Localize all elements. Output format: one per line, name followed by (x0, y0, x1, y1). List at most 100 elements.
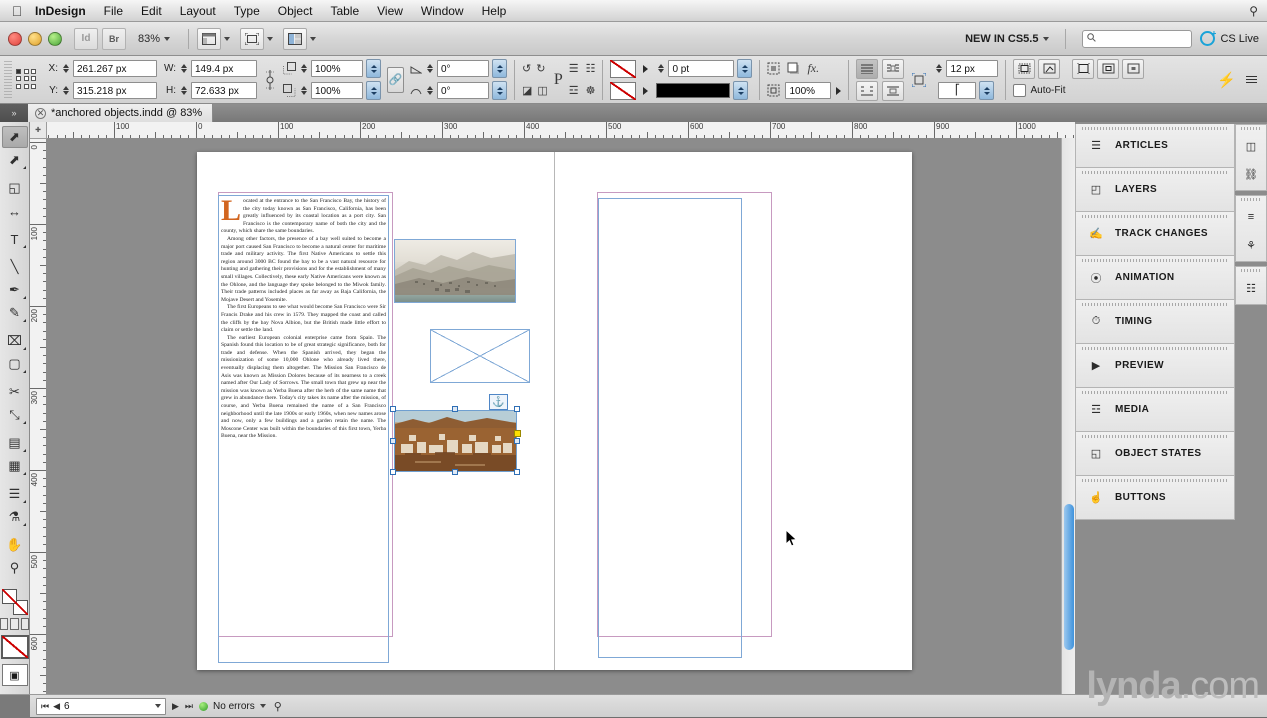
dock-panel-object-states[interactable]: ◱ OBJECT STATES (1075, 432, 1235, 476)
chevron-down-icon[interactable] (224, 36, 231, 41)
zoom-level-dropdown[interactable]: 83% (138, 33, 171, 45)
wrap-offset-stepper[interactable] (934, 64, 943, 73)
gap-tool[interactable]: ↔ (2, 200, 28, 222)
resize-handle-bottom-right[interactable] (514, 469, 520, 475)
resize-handle-top-center[interactable] (452, 406, 458, 412)
fill-dropdown-arrow[interactable] (643, 64, 649, 73)
knockout-group-icon[interactable] (767, 84, 780, 97)
h-stepper[interactable] (179, 86, 188, 95)
resize-handle-top-right[interactable] (514, 406, 520, 412)
preflight-icon[interactable]: ⚲ (274, 700, 282, 713)
fill-swatch-none[interactable] (610, 59, 637, 78)
rotate-ccw-icon[interactable]: ↺ (522, 62, 531, 75)
dock-panel-animation[interactable]: ⦿ ANIMATION (1075, 256, 1235, 300)
anchor-icon[interactable]: ⚓ (489, 394, 508, 410)
page-dropdown-icon[interactable] (155, 704, 161, 708)
corner-options-handle[interactable] (514, 430, 521, 437)
free-transform-tool[interactable]: ⤡ (2, 404, 28, 426)
rectangle-frame-tool[interactable]: ⌧ (2, 330, 28, 352)
table-icon[interactable]: ☷ (1239, 276, 1263, 300)
chevron-down-icon[interactable] (259, 704, 266, 708)
x-stepper[interactable] (61, 64, 70, 73)
zoom-tool[interactable]: ⚲ (2, 557, 28, 579)
formatting-affects-container-swatch[interactable] (0, 635, 29, 659)
center-content-button[interactable] (1122, 58, 1145, 79)
scissors-tool[interactable]: ✂ (2, 381, 28, 403)
scale-y-stepper[interactable] (299, 86, 308, 95)
direct-selection-tool[interactable]: ⬈ (2, 149, 28, 171)
next-page-icon[interactable]: ▶ (172, 701, 179, 712)
fit-content-proportionally-button[interactable] (1013, 58, 1036, 79)
panel-grip[interactable] (1082, 347, 1228, 350)
effects-fx-icon[interactable]: fx. (807, 61, 819, 76)
screen-mode-dropdown[interactable] (240, 27, 274, 50)
resize-handle-bottom-left[interactable] (390, 469, 396, 475)
icon-group-grip[interactable] (1241, 127, 1261, 130)
rotation-stepper[interactable] (425, 64, 434, 73)
panel-grip[interactable] (1082, 479, 1228, 482)
photo-mission-town[interactable] (394, 410, 517, 472)
stroke-style-preview[interactable] (656, 83, 731, 98)
shear-stepper[interactable] (425, 86, 434, 95)
resize-handle-middle-right[interactable] (514, 438, 520, 444)
dock-panel-articles[interactable]: ☰ ARTICLES (1075, 124, 1235, 168)
swatches-icon[interactable]: ⚘ (1239, 233, 1263, 257)
select-previous-object-icon[interactable]: ☸ (586, 84, 596, 97)
dock-panel-buttons[interactable]: ☝ BUTTONS (1075, 476, 1235, 520)
apply-color-button[interactable] (0, 618, 9, 630)
dock-panel-layers[interactable]: ◰ LAYERS (1075, 168, 1235, 212)
drop-shadow-icon[interactable] (787, 62, 800, 75)
menu-item-window[interactable]: Window (412, 0, 473, 22)
corner-shape-dropdown[interactable] (979, 81, 995, 100)
panel-grip[interactable] (1082, 259, 1228, 262)
vertical-ruler[interactable]: 0 100 200 300 400 500 600 (30, 138, 47, 694)
isolate-blending-icon[interactable] (767, 62, 780, 75)
rotate-cw-icon[interactable]: ↻ (536, 62, 545, 75)
pencil-tool[interactable]: ✎ (2, 302, 28, 324)
hand-tool[interactable]: ✋ (2, 534, 28, 556)
menu-item-edit[interactable]: Edit (132, 0, 171, 22)
opacity-field[interactable]: 100% (785, 82, 832, 99)
first-page-icon[interactable]: ⏮ (41, 701, 49, 712)
icon-group-grip[interactable] (1241, 269, 1261, 272)
view-options-icon[interactable] (197, 27, 222, 50)
w-stepper[interactable] (179, 64, 188, 73)
menu-item-indesign[interactable]: InDesign (26, 0, 95, 22)
screen-mode-icon[interactable] (240, 27, 265, 50)
view-options-dropdown[interactable] (197, 27, 231, 50)
horizontal-ruler[interactable]: 010001002003004005006007008009001000 (30, 122, 1075, 139)
resize-handle-top-left[interactable] (390, 406, 396, 412)
type-tool[interactable]: T (2, 228, 28, 250)
y-stepper[interactable] (61, 86, 70, 95)
stroke-weight-dropdown[interactable] (737, 59, 753, 78)
page-navigation-control[interactable]: ⏮ ◀ 6 (36, 697, 166, 715)
note-tool[interactable]: ☰ (2, 483, 28, 505)
pen-tool[interactable]: ✒ (2, 279, 28, 301)
panel-grip[interactable] (1082, 215, 1228, 218)
shear-field[interactable]: 0° (437, 82, 489, 99)
links-icon[interactable]: ⛓ (1239, 162, 1263, 186)
line-tool[interactable]: ╲ (2, 256, 28, 278)
dock-panel-preview[interactable]: ▶ PREVIEW (1075, 344, 1235, 388)
gradient-swatch-tool[interactable]: ▤ (2, 432, 28, 454)
bridge-launch-button[interactable]: Br (102, 27, 126, 50)
wrap-offset-field[interactable]: 12 px (946, 60, 999, 77)
apply-gradient-button[interactable] (10, 618, 19, 630)
scale-y-dropdown[interactable] (366, 81, 381, 100)
panel-grip[interactable] (1082, 303, 1228, 306)
close-window-button[interactable] (8, 31, 22, 46)
fit-frame-to-content-button[interactable] (1072, 58, 1095, 79)
h-field[interactable]: 72.633 px (191, 82, 257, 99)
empty-graphic-frame[interactable] (430, 329, 530, 383)
document-canvas[interactable]: Located at the entrance to the San Franc… (46, 138, 1075, 694)
quick-apply-icon[interactable]: ⚡ (1217, 71, 1236, 89)
x-field[interactable]: 261.267 px (73, 60, 157, 77)
auto-fit-checkbox-box[interactable] (1013, 84, 1027, 97)
icon-group-grip[interactable] (1241, 198, 1261, 201)
page-tool[interactable]: ◱ (2, 177, 28, 199)
corner-shape-preview[interactable]: ⎡ (938, 82, 977, 99)
panel-grip[interactable] (1082, 127, 1228, 130)
fill-frame-proportionally-button[interactable] (1038, 58, 1061, 79)
dock-panel-timing[interactable]: ⏱ TIMING (1075, 300, 1235, 344)
screen-mode-normal-button[interactable]: ▣ (1, 664, 28, 686)
